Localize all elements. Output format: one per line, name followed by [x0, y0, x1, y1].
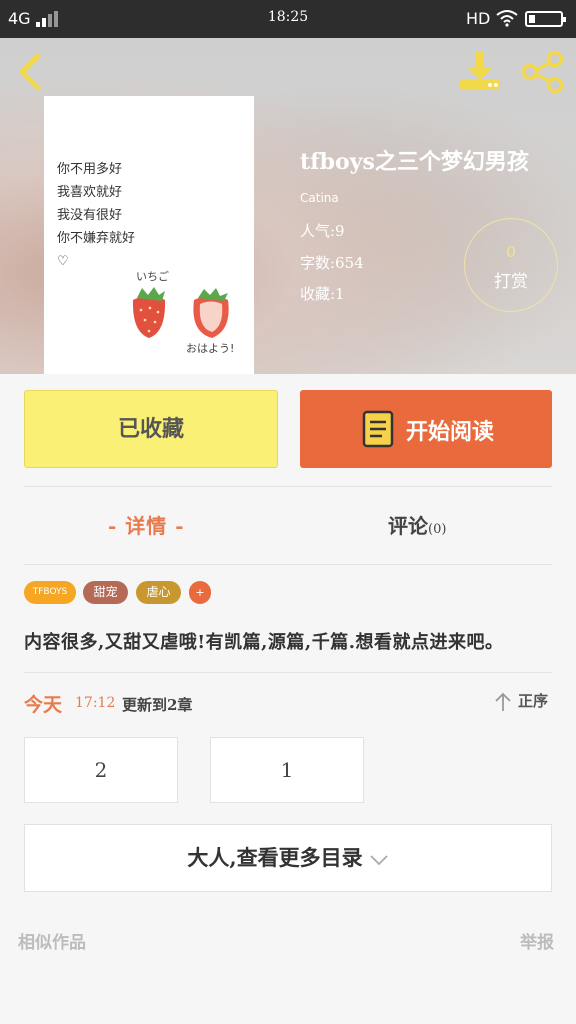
- book-description: 内容很多,又甜又虐哦!有凯篇,源篇,千篇.想看就点进来吧。: [24, 632, 504, 653]
- tab-comment-label: 评论: [388, 514, 428, 538]
- chapter-item[interactable]: 2: [24, 737, 178, 803]
- start-reading-label: 开始阅读: [406, 419, 495, 445]
- tag-tfboys[interactable]: TFBOYS: [24, 581, 76, 604]
- tip-label: 打赏: [494, 272, 528, 292]
- update-time: 17:12: [75, 695, 116, 711]
- update-day: 今天: [24, 694, 63, 716]
- divider: [24, 672, 552, 673]
- tag-add-button[interactable]: +: [189, 581, 211, 604]
- chapter-item[interactable]: 1: [210, 737, 364, 803]
- download-icon[interactable]: [456, 50, 504, 94]
- book-cover[interactable]: 你不用多好 我喜欢就好 我没有很好 你不嫌弃就好 ♡ いちご おはよう!: [44, 96, 254, 374]
- cover-caption: いちご: [136, 270, 169, 283]
- popularity: 人气:9: [300, 222, 345, 240]
- strawberry-illustration: [132, 287, 229, 338]
- view-more-label: 大人,查看更多目录: [187, 845, 363, 870]
- battery-icon: [525, 11, 566, 27]
- cover-caption: おはよう!: [186, 342, 235, 355]
- arrow-up-icon: [495, 692, 511, 711]
- wifi-icon: [496, 10, 518, 27]
- tip-button[interactable]: 0 打赏: [464, 218, 558, 312]
- divider: [24, 564, 552, 565]
- status-bar: 4G 18:25 HD: [0, 0, 576, 38]
- book-icon: [362, 410, 394, 448]
- cover-text: 你不用多好 我喜欢就好 我没有很好 你不嫌弃就好 ♡: [57, 158, 135, 273]
- comment-count: (0): [428, 522, 447, 537]
- tag-sweet[interactable]: 甜宠: [83, 581, 128, 604]
- cover-line: ♡: [57, 254, 69, 269]
- cover-line: 你不用多好: [57, 162, 123, 177]
- update-chapter: 更新到2章: [122, 696, 193, 714]
- tab-comment[interactable]: 评论(0): [388, 510, 446, 539]
- tab-detail[interactable]: - 详情 -: [108, 510, 185, 539]
- similar-works-heading: 相似作品: [18, 933, 86, 953]
- back-arrow-icon[interactable]: [14, 52, 48, 92]
- sort-order-label: 正序: [518, 692, 549, 710]
- chevron-down-icon: [370, 854, 388, 865]
- cover-line: 我没有很好: [57, 208, 123, 223]
- start-reading-button[interactable]: 开始阅读: [300, 390, 552, 468]
- cover-line: 你不嫌弃就好: [57, 231, 136, 246]
- favorited-button[interactable]: 已收藏: [24, 390, 278, 468]
- view-more-chapters-button[interactable]: 大人,查看更多目录: [24, 824, 552, 892]
- book-header: 你不用多好 我喜欢就好 我没有很好 你不嫌弃就好 ♡ いちご おはよう! tfb…: [0, 38, 576, 374]
- word-count: 字数:654: [300, 254, 364, 272]
- hd-indicator: HD: [466, 9, 491, 28]
- book-title: tfboys之三个梦幻男孩: [300, 149, 529, 175]
- tag-angst[interactable]: 虐心: [136, 581, 181, 604]
- report-button[interactable]: 举报: [520, 928, 554, 953]
- book-author[interactable]: Catina: [300, 191, 339, 205]
- cover-line: 我喜欢就好: [57, 185, 123, 200]
- tip-count: 0: [506, 243, 516, 261]
- divider: [24, 486, 552, 487]
- sort-order-button[interactable]: 正序: [494, 690, 548, 712]
- share-icon[interactable]: [520, 50, 566, 94]
- favorite-count: 收藏:1: [300, 285, 345, 303]
